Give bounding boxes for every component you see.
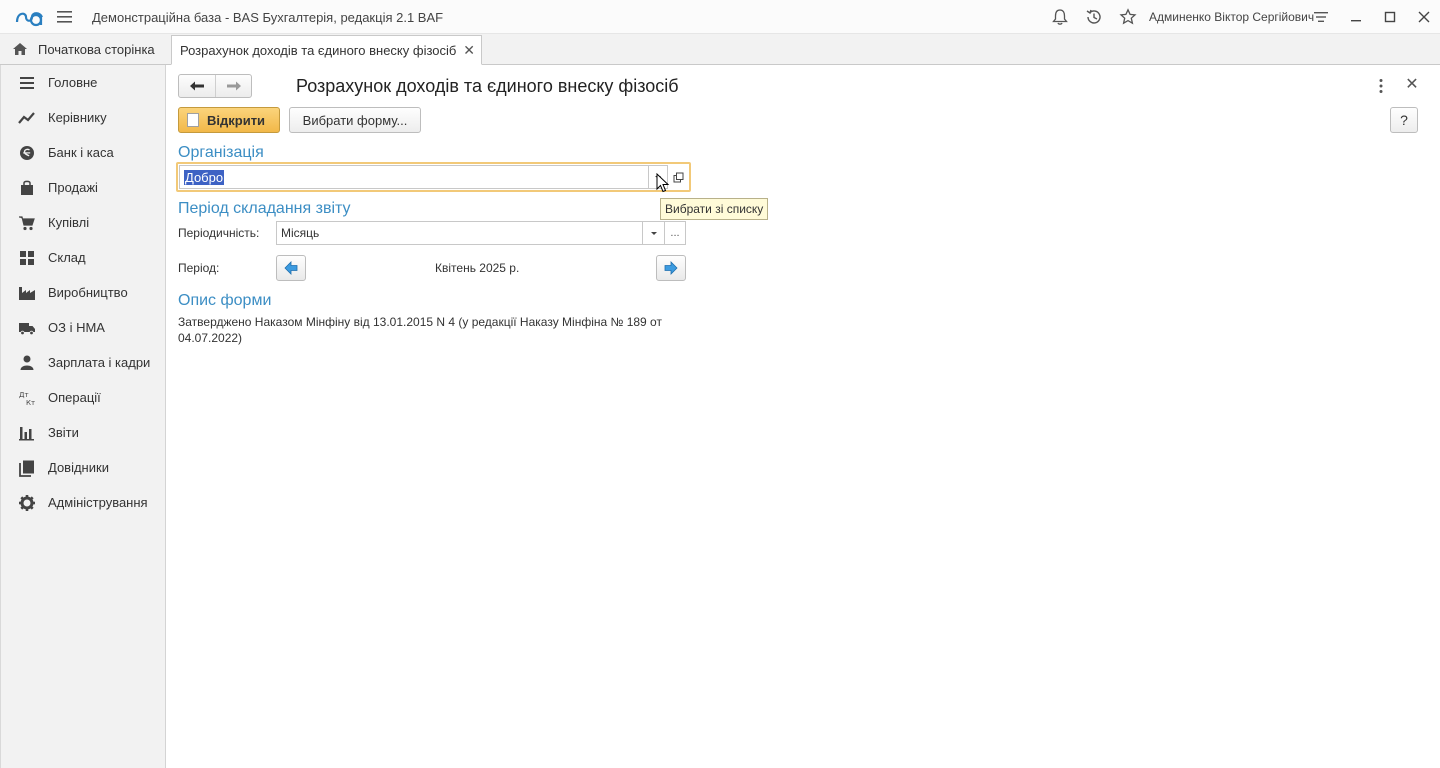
- forward-button[interactable]: [215, 75, 251, 97]
- bag-icon: [21, 180, 33, 195]
- back-button[interactable]: [179, 75, 215, 97]
- sidebar-item-label: Зарплата і кадри: [48, 355, 151, 370]
- sidebar-item-label: ОЗ і НМА: [48, 320, 105, 335]
- svg-text:Дт: Дт: [19, 391, 29, 399]
- sidebar-item-label: Купівлі: [48, 215, 90, 230]
- factory-icon: [19, 287, 35, 300]
- previous-period-button[interactable]: [276, 255, 306, 281]
- nav-buttons: [178, 74, 252, 98]
- sidebar-item-label: Банк і каса: [48, 145, 114, 160]
- period-value: Квітень 2025 р.: [435, 261, 520, 275]
- trend-icon: [18, 112, 35, 124]
- user-name[interactable]: Админенко Віктор Сергійович: [1149, 10, 1314, 24]
- app-title: Демонстраційна база - BAS Бухгалтерія, р…: [92, 10, 444, 25]
- tooltip: Вибрати зі списку: [660, 198, 769, 220]
- sidebar-item-main[interactable]: Головне: [1, 65, 166, 100]
- sidebar-item-salary[interactable]: Зарплата і кадри: [1, 345, 166, 380]
- sidebar-item-production[interactable]: Виробництво: [1, 275, 166, 310]
- books-icon: [19, 460, 34, 477]
- sidebar-item-manager[interactable]: Керівнику: [1, 100, 166, 135]
- arrow-right-icon: [226, 81, 241, 91]
- title-bar: Демонстраційна база - BAS Бухгалтерія, р…: [0, 0, 1440, 34]
- tab-home[interactable]: Початкова сторінка: [0, 34, 166, 64]
- truck-icon: [19, 323, 35, 336]
- arrow-left-icon: [190, 81, 204, 91]
- sidebar-item-catalogs[interactable]: Довідники: [1, 450, 166, 485]
- sidebar-item-label: Адміністрування: [48, 495, 148, 510]
- sidebar-item-reports[interactable]: Звіти: [1, 415, 166, 450]
- next-period-button[interactable]: [656, 255, 686, 281]
- minimize-icon[interactable]: [1347, 8, 1365, 26]
- open-button-label: Відкрити: [207, 112, 266, 128]
- close-window-icon[interactable]: [1415, 8, 1433, 26]
- periodicity-dropdown-button[interactable]: [643, 221, 665, 245]
- periodicity-select-button[interactable]: ...: [665, 221, 686, 245]
- form-description-title: Опис форми: [178, 292, 272, 309]
- document-icon: [187, 113, 199, 127]
- sidebar-item-label: Довідники: [48, 460, 109, 475]
- period-label: Період:: [178, 261, 220, 275]
- periodicity-value: Місяць: [281, 226, 320, 240]
- bas-logo-icon[interactable]: [14, 6, 46, 28]
- open-button[interactable]: Відкрити: [178, 107, 280, 133]
- open-window-icon: [673, 172, 683, 182]
- page-title: Розрахунок доходів та єдиного внеску фіз…: [296, 76, 679, 96]
- sidebar-item-label: Операції: [48, 390, 101, 405]
- sidebar-item-label: Головне: [48, 75, 98, 90]
- arrow-left-icon: [284, 261, 298, 275]
- history-icon[interactable]: [1085, 8, 1103, 26]
- organization-input[interactable]: Добро: [179, 165, 648, 189]
- close-form-icon[interactable]: ✕: [1403, 76, 1421, 94]
- sidebar-item-label: Продажі: [48, 180, 98, 195]
- sidebar-item-purchases[interactable]: Купівлі: [1, 205, 166, 240]
- bar-chart-icon: [19, 427, 34, 441]
- sidebar-item-label: Керівнику: [48, 110, 107, 125]
- period-section-title: Період складання звіту: [178, 200, 351, 217]
- home-icon: [13, 43, 27, 55]
- star-icon[interactable]: [1119, 8, 1137, 26]
- person-icon: [20, 355, 34, 370]
- tab-home-label: Початкова сторінка: [38, 41, 155, 57]
- organization-field: Добро: [176, 162, 691, 192]
- help-button[interactable]: ?: [1390, 107, 1418, 133]
- gear-icon: [19, 495, 35, 511]
- dt-kt-icon: Дт Кт: [19, 391, 35, 407]
- form-description-text: Затверджено Наказом Мінфіну від 13.01.20…: [178, 315, 662, 345]
- close-tab-icon[interactable]: ✕: [463, 42, 475, 59]
- mouse-cursor-icon: [656, 173, 670, 193]
- sidebar-item-label: Склад: [48, 250, 86, 265]
- main-menu-icon[interactable]: [56, 9, 74, 25]
- tab-report-label: Розрахунок доходів та єдиного внеску фіз…: [180, 42, 457, 58]
- choose-form-button[interactable]: Вибрати форму...: [289, 107, 421, 133]
- settings-list-icon[interactable]: [1312, 8, 1330, 26]
- sidebar-item-operations[interactable]: Дт Кт Операції: [1, 380, 166, 415]
- sidebar-item-bank[interactable]: Банк і каса: [1, 135, 166, 170]
- coin-icon: [20, 146, 34, 160]
- form-area: Розрахунок доходів та єдиного внеску фіз…: [166, 65, 1440, 768]
- organization-section-title: Організація: [178, 144, 264, 161]
- sidebar-item-label: Звіти: [48, 425, 79, 440]
- maximize-icon[interactable]: [1381, 8, 1399, 26]
- sidebar-item-label: Виробництво: [48, 285, 128, 300]
- grid-icon: [20, 251, 34, 265]
- arrow-right-icon: [664, 261, 678, 275]
- sidebar-item-administration[interactable]: Адміністрування: [1, 485, 166, 520]
- tabs-bar: Початкова сторінка Розрахунок доходів та…: [0, 34, 1440, 65]
- periodicity-input[interactable]: Місяць: [276, 221, 643, 245]
- organization-value: Добро: [184, 169, 225, 185]
- sidebar-item-warehouse[interactable]: Склад: [1, 240, 166, 275]
- chevron-down-icon: [650, 231, 657, 235]
- svg-text:Кт: Кт: [26, 399, 35, 407]
- list-icon: [20, 77, 34, 89]
- more-vertical-icon[interactable]: [1372, 77, 1390, 95]
- periodicity-label: Періодичність:: [178, 226, 260, 240]
- sidebar-item-fixed-assets[interactable]: ОЗ і НМА: [1, 310, 166, 345]
- organization-open-button[interactable]: [668, 165, 688, 189]
- tab-report[interactable]: Розрахунок доходів та єдиного внеску фіз…: [171, 35, 482, 65]
- cart-icon: [19, 216, 35, 231]
- bell-icon[interactable]: [1051, 8, 1069, 26]
- sidebar: Головне Керівнику Банк і каса Продажі Ку…: [0, 65, 166, 768]
- sidebar-item-sales[interactable]: Продажі: [1, 170, 166, 205]
